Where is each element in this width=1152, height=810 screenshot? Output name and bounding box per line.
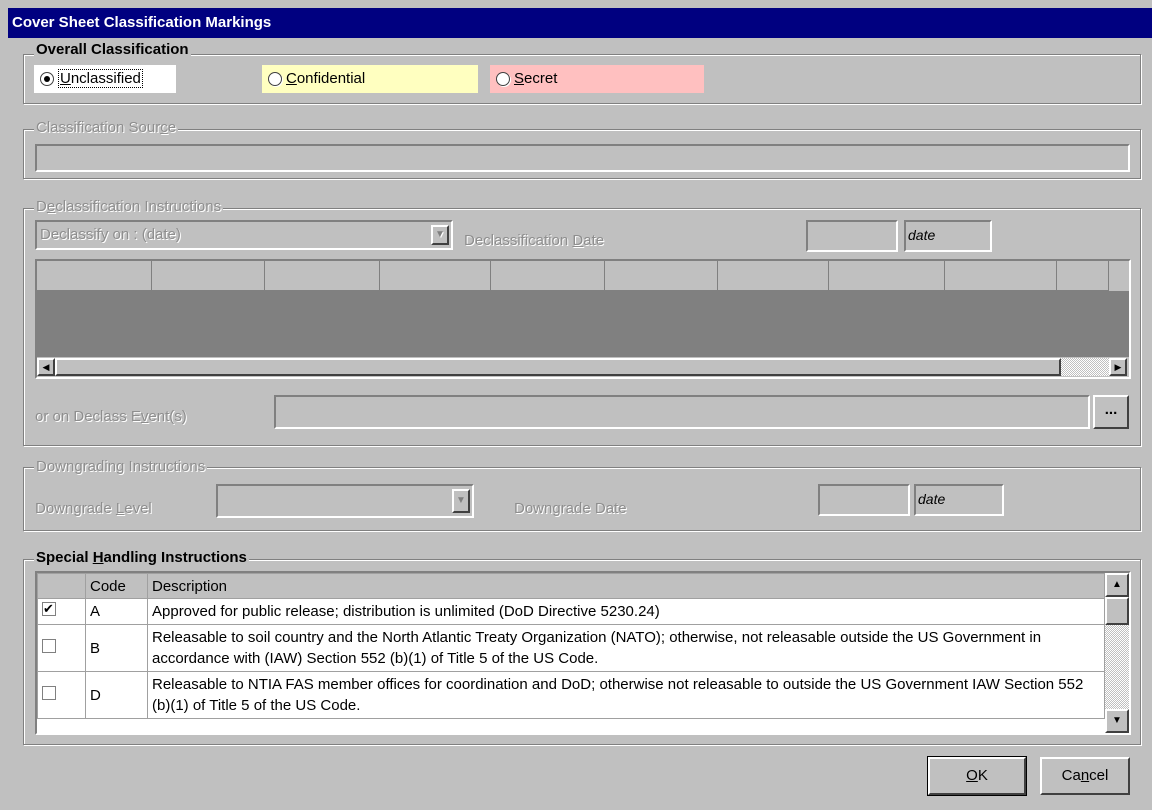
downgrade-date-label: Downgrade Date xyxy=(514,500,627,517)
column-header-code[interactable]: Code xyxy=(85,573,148,599)
table-row[interactable]: D Releasable to NTIA FAS member offices … xyxy=(37,671,1105,719)
declassification-date-format: date xyxy=(904,220,992,252)
downgrading-label: Downgrading Instructions xyxy=(34,458,208,476)
row-code: B xyxy=(85,624,148,672)
window-title: Cover Sheet Classification Markings xyxy=(8,8,1152,38)
special-handling-label: Special Handling Instructions xyxy=(34,549,249,567)
vertical-scrollbar[interactable]: ▲ ▼ xyxy=(1105,573,1129,733)
scroll-track[interactable] xyxy=(1061,358,1109,376)
checkbox-icon[interactable] xyxy=(42,598,56,619)
radio-icon xyxy=(268,72,282,87)
radio-icon xyxy=(40,72,54,87)
horizontal-scrollbar[interactable]: ◀ ▶ xyxy=(37,357,1129,377)
radio-unclassified-label: Unclassified xyxy=(58,69,143,88)
downgrade-level-label: Downgrade Level xyxy=(35,500,152,517)
chevron-down-icon[interactable]: ▼ xyxy=(452,489,470,513)
column-header-check[interactable] xyxy=(37,573,86,599)
overall-classification-label: Overall Classification xyxy=(34,41,191,59)
radio-confidential-label: Confidential xyxy=(286,70,366,87)
chevron-down-icon[interactable]: ▼ xyxy=(431,225,449,245)
declassification-date-grid[interactable]: ◀ ▶ xyxy=(35,259,1131,379)
table-header-row: Code Description xyxy=(37,573,1105,599)
declass-event-browse-button[interactable]: ... xyxy=(1093,395,1129,429)
column-header-description[interactable]: Description xyxy=(147,573,1105,599)
table-row[interactable]: A Approved for public release; distribut… xyxy=(37,598,1105,625)
declassification-date-field[interactable] xyxy=(806,220,898,252)
downgrade-date-field[interactable] xyxy=(818,484,910,516)
ok-button[interactable]: OK xyxy=(927,756,1027,796)
radio-secret[interactable]: Secret xyxy=(490,65,704,93)
row-code: A xyxy=(85,598,148,625)
arrow-up-icon[interactable]: ▲ xyxy=(1105,573,1129,597)
row-code: D xyxy=(85,671,148,719)
radio-confidential[interactable]: Confidential xyxy=(262,65,478,93)
special-handling-table[interactable]: Code Description A Approved for public r… xyxy=(35,571,1131,735)
classification-source-label: Classification Source xyxy=(34,119,179,137)
special-handling-grid: Code Description A Approved for public r… xyxy=(37,573,1105,719)
scroll-thumb[interactable] xyxy=(1105,597,1129,625)
row-description: Approved for public release; distributio… xyxy=(147,598,1105,625)
row-description: Releasable to NTIA FAS member offices fo… xyxy=(147,671,1105,719)
declass-event-label: or on Declass Event(s) xyxy=(35,408,187,425)
checkbox-icon[interactable] xyxy=(42,685,56,700)
declassification-label: Declassification Instructions xyxy=(34,198,224,216)
radio-unclassified[interactable]: Unclassified xyxy=(34,65,176,93)
grid-header xyxy=(37,261,1129,291)
downgrade-level-dropdown[interactable]: ▼ xyxy=(216,484,474,518)
cancel-button[interactable]: Cancel xyxy=(1040,757,1130,795)
table-row[interactable]: B Releasable to soil country and the Nor… xyxy=(37,624,1105,672)
arrow-right-icon[interactable]: ▶ xyxy=(1109,358,1127,376)
row-description: Releasable to soil country and the North… xyxy=(147,624,1105,672)
radio-secret-label: Secret xyxy=(514,70,558,87)
classification-source-field[interactable] xyxy=(35,144,1130,172)
downgrade-date-format: date xyxy=(914,484,1004,516)
arrow-down-icon[interactable]: ▼ xyxy=(1105,709,1129,733)
scroll-thumb[interactable] xyxy=(55,358,1061,376)
declassify-on-value: Declassify on : (date) xyxy=(40,226,181,243)
arrow-left-icon[interactable]: ◀ xyxy=(37,358,55,376)
declassify-on-dropdown[interactable]: Declassify on : (date) ▼ xyxy=(35,220,453,250)
declassification-date-label: Declassification Date xyxy=(464,232,605,249)
radio-icon xyxy=(496,72,510,87)
declass-event-field[interactable] xyxy=(274,395,1090,429)
checkbox-icon[interactable] xyxy=(42,638,56,653)
